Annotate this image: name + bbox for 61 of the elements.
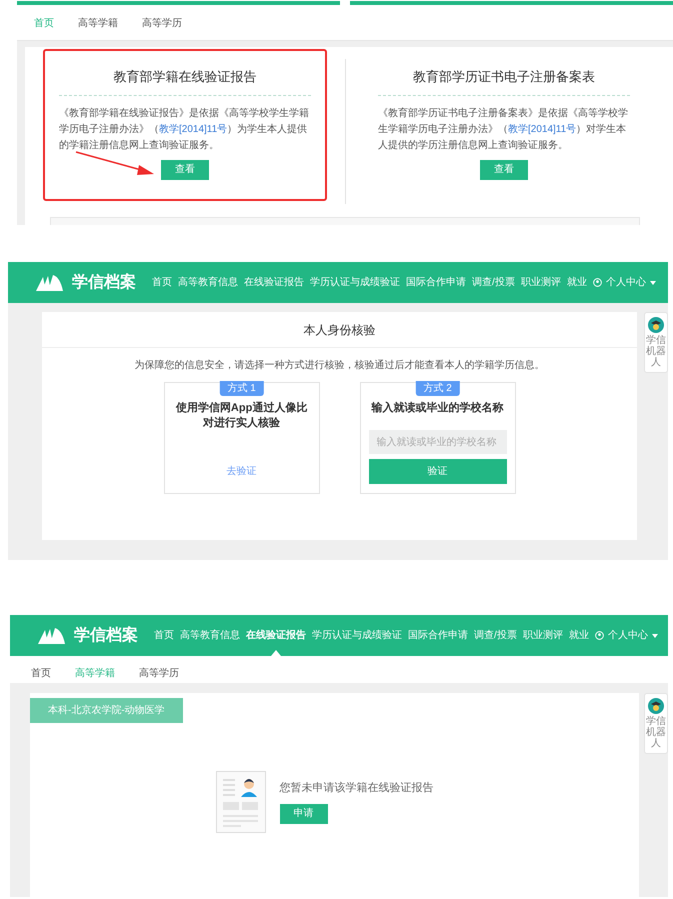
nav-link[interactable]: 国际合作申请 [406,262,466,303]
nav-link[interactable]: 在线验证报告 [246,615,306,656]
nav-link[interactable]: 调查/投票 [472,262,515,303]
nav-tab[interactable]: 高等学历 [139,666,179,681]
logo-text: 学信档案 [74,625,138,646]
logo-icon [34,274,64,292]
card-title: 教育部学籍在线验证报告 [112,68,258,86]
card-description: 《教育部学历证书电子注册备案表》是依据《高等学校学生学籍学历电子注册办法》（教学[2014]11号）对学生本人提供的学历注册信息网上查询验证服务。 [378,106,629,152]
nav-tab[interactable]: 高等学历 [142,16,182,31]
method-title: 输入就读或毕业的学校名称 [370,401,505,416]
robot-widget[interactable]: 学信机器人 [644,312,668,373]
nav-tab[interactable]: 首页 [31,666,51,681]
nav-link[interactable]: 首页 [152,262,172,303]
verify-button[interactable]: 验证 [368,459,507,484]
nav-link[interactable]: 就业 [568,615,589,656]
robot-avatar-icon [648,698,664,714]
user-icon [592,278,602,287]
robot-label: 学信机器人 [645,716,667,749]
caret-icon [650,280,656,284]
nav-tab[interactable]: 高等学籍 [75,666,115,681]
regulation-link[interactable]: 教学[2014]11号 [508,124,576,134]
method-badge: 方式 2 [415,381,460,396]
nav-link[interactable]: 学历认证与成绩验证 [310,262,400,303]
view-button[interactable]: 查看 [480,160,528,180]
nav-link[interactable]: 调查/投票 [474,615,517,656]
nav-link[interactable]: 职业测评 [520,262,561,303]
view-button[interactable]: 查看 [161,160,209,180]
regulation-link[interactable]: 教学[2014]11号 [159,124,228,134]
record-tag: 本科-北京农学院-动物医学 [30,698,183,723]
empty-message: 您暂未申请该学籍在线验证报告 [280,780,434,796]
card-title: 教育部学历证书电子注册备案表 [412,68,596,86]
nav-tab[interactable]: 高等学籍 [78,16,118,31]
nav-link[interactable]: 首页 [154,615,174,656]
logo-icon [36,626,66,644]
apply-button[interactable]: 申请 [280,804,328,824]
robot-widget[interactable]: 学信机器人 [644,693,668,754]
robot-label: 学信机器人 [645,335,667,368]
nav-link[interactable]: 高等教育信息 [180,615,240,656]
method-title: 使用学信网App通过人像比对进行实人核验 [174,401,308,431]
nav-link[interactable]: 就业 [566,262,587,303]
notice-text: 为保障您的信息安全，请选择一种方式进行核验，核验通过后才能查看本人的学籍学历信息。 [134,358,546,373]
nav-link[interactable]: 职业测评 [522,615,563,656]
school-name-field[interactable]: 输入就读或毕业的学校名称 [368,430,507,454]
nav-link[interactable]: 学历认证与成绩验证 [312,615,402,656]
user-menu[interactable]: 个人中心 [594,615,658,656]
logo-text: 学信档案 [72,272,136,292]
nav-link[interactable]: 高等教育信息 [178,262,238,303]
profile-document-icon [216,771,266,833]
verify-link[interactable]: 去验证 [226,464,257,479]
user-menu-label: 个人中心 [608,628,648,643]
nav-link[interactable]: 国际合作申请 [408,615,468,656]
identity-title: 本人身份核验 [42,312,638,348]
user-icon [594,631,604,640]
card-description: 《教育部学籍在线验证报告》是依据《高等学校学生学籍学历电子注册办法》（教学[2014]11号）为学生本人提供的学籍注册信息网上查询验证服务。 [59,106,310,152]
nav-tab[interactable]: 首页 [34,16,54,31]
user-menu-label: 个人中心 [606,276,646,290]
robot-avatar-icon [648,317,664,333]
caret-icon [652,634,658,638]
user-menu[interactable]: 个人中心 [592,262,656,303]
method-badge: 方式 1 [219,381,264,396]
nav-link[interactable]: 在线验证报告 [244,262,304,303]
